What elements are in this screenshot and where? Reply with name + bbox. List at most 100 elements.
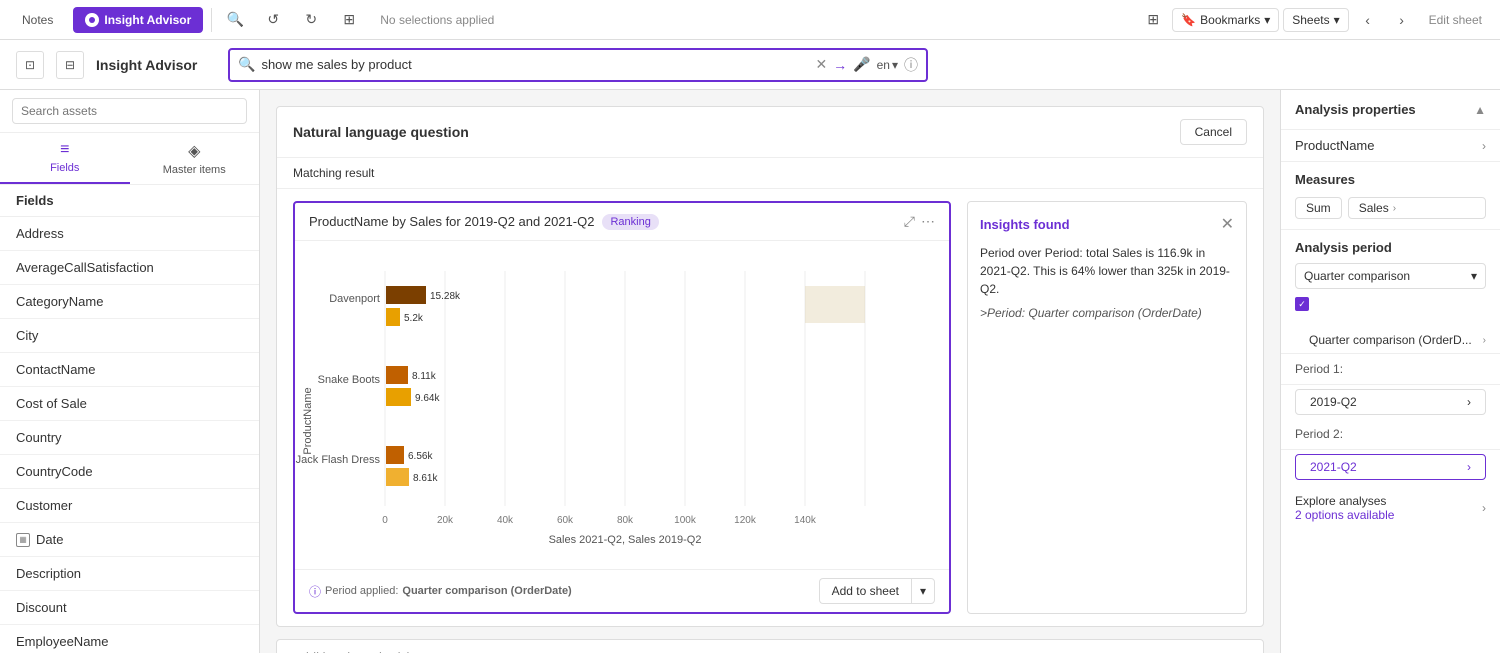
svg-text:0: 0 [382,515,388,526]
sidebar-item-label: Date [36,532,63,547]
search-clear-icon[interactable]: ✕ [815,56,827,73]
period-checkbox[interactable] [1295,297,1309,311]
info-icon[interactable]: ⓘ [904,55,918,75]
sidebar-search-input[interactable] [12,98,247,124]
sheets-btn[interactable]: Sheets ▾ [1283,8,1348,32]
svg-text:ProductName: ProductName [302,387,314,454]
prev-sheet-btn[interactable]: ‹ [1353,5,1383,35]
search-submit-icon[interactable]: → [833,57,847,73]
bar-chart-svg: ProductName 0 [295,251,885,561]
nlq-title: Natural language question [293,124,469,140]
explore-section: Explore analyses 2 options available › [1281,484,1500,532]
insight-icon [85,13,99,27]
add-sheet-dropdown-btn[interactable]: ▾ [911,578,935,604]
toggle-panel-btn[interactable]: ⊡ [16,51,44,79]
period-sub-item[interactable]: Quarter comparison (OrderD... › [1281,327,1500,354]
content-area: Natural language question Cancel Matchin… [260,90,1280,653]
microphone-icon[interactable]: 🎤 [853,56,870,73]
main-layout: ≡ Fields ◈ Master items Fields AddressAv… [0,90,1500,653]
svg-text:15.28k: 15.28k [430,291,461,302]
sidebar-tab-fields[interactable]: ≡ Fields [0,133,130,184]
sidebar-tabs: ≡ Fields ◈ Master items [0,133,259,185]
additional-results-section: Additional results (3) [276,639,1264,653]
nlq-header: Natural language question Cancel [277,107,1263,158]
sidebar-item-label: CountryCode [16,464,93,479]
add-to-sheet-btn[interactable]: Add to sheet [819,578,911,604]
period2-label-row: Period 2: [1281,419,1500,450]
sidebar-list-item[interactable]: Country [0,421,259,455]
bar-snakeboots-2021 [386,388,411,406]
period-select-dropdown[interactable]: Quarter comparison ▾ [1295,263,1486,289]
sidebar-list-item[interactable]: ContactName [0,353,259,387]
sidebar-item-label: Description [16,566,81,581]
scroll-up-icon[interactable]: ▲ [1474,103,1486,117]
insights-close-btn[interactable]: ✕ [1221,214,1234,234]
sidebar-list-item[interactable]: Description [0,557,259,591]
left-sidebar: ≡ Fields ◈ Master items Fields AddressAv… [0,90,260,653]
sidebar-list-item[interactable]: EmployeeName [0,625,259,653]
explore-link[interactable]: 2 options available [1295,508,1394,522]
cancel-button[interactable]: Cancel [1180,119,1247,145]
search-icon-btn[interactable]: 🔍 [220,5,250,35]
grid-icon-btn[interactable]: ⊞ [1138,5,1168,35]
chart-footer: ⓘ Period applied: Quarter comparison (Or… [295,569,949,612]
dimension-label: ProductName [1295,138,1374,153]
chart-title: ProductName by Sales for 2019-Q2 and 202… [309,214,659,230]
search-bar: 🔍 ✕ → 🎤 en ▾ ⓘ [228,48,928,82]
explore-arrow-icon[interactable]: › [1482,501,1486,515]
selection-icon-btn[interactable]: ⊞ [334,5,364,35]
sidebar-list-item[interactable]: ▦Date [0,523,259,557]
sheets-chevron: ▾ [1334,13,1340,27]
undo-btn[interactable]: ↺ [258,5,288,35]
sum-tag: Sum [1295,197,1342,219]
master-items-icon: ◈ [188,141,200,161]
sidebar-list-item[interactable]: Customer [0,489,259,523]
period1-label-row: Period 1: [1281,354,1500,385]
search-input[interactable] [261,57,809,72]
sidebar-list-item[interactable]: CategoryName [0,285,259,319]
sidebar-search-area [0,90,259,133]
insights-title: Insights found [980,217,1070,232]
chart-body: ProductName 0 [295,241,949,569]
toggle-panel-btn2[interactable]: ⊟ [56,51,84,79]
fields-icon: ≡ [60,141,69,159]
redo-btn[interactable]: ↻ [296,5,326,35]
sidebar-list-item[interactable]: City [0,319,259,353]
svg-text:60k: 60k [557,515,574,526]
sidebar-list-item[interactable]: Cost of Sale [0,387,259,421]
period2-arrow-icon: › [1467,460,1471,474]
svg-text:140k: 140k [794,515,817,526]
sales-select[interactable]: Sales › [1348,197,1486,219]
sales-chevron-icon: › [1393,203,1396,214]
sidebar-list-item[interactable]: CountryCode [0,455,259,489]
analysis-period-section: Analysis period Quarter comparison ▾ [1281,230,1500,327]
svg-text:Snake Boots: Snake Boots [318,374,381,386]
secondbar-title: Insight Advisor [96,57,216,73]
svg-text:6.56k: 6.56k [408,451,433,462]
no-selections-label: No selections applied [372,13,502,27]
sidebar-item-label: Discount [16,600,67,615]
period1-value[interactable]: 2019-Q2 › [1295,389,1486,415]
sidebar-list-item[interactable]: AverageCallSatisfaction [0,251,259,285]
info-circle-icon: ⓘ [309,583,321,600]
more-options-icon[interactable]: ⋯ [921,213,935,230]
bookmarks-btn[interactable]: 🔖 Bookmarks ▾ [1172,8,1279,32]
sidebar-item-label: Customer [16,498,72,513]
ranking-badge: Ranking [602,214,658,230]
sidebar-item-label: Cost of Sale [16,396,87,411]
explore-label: Explore analyses [1295,494,1394,508]
topbar: Notes Insight Advisor 🔍 ↺ ↻ ⊞ No selecti… [0,0,1500,40]
period-info: ⓘ Period applied: Quarter comparison (Or… [309,583,572,600]
svg-text:Jumpin Jack Flash Dress: Jumpin Jack Flash Dress [295,454,380,466]
language-selector[interactable]: en ▾ [877,58,898,72]
edit-sheet-btn[interactable]: Edit sheet [1421,9,1490,31]
sidebar-list-item[interactable]: Discount [0,591,259,625]
period2-value[interactable]: 2021-Q2 › [1295,454,1486,480]
dimension-item[interactable]: ProductName › [1281,130,1500,162]
next-sheet-btn[interactable]: › [1387,5,1417,35]
sidebar-list-item[interactable]: Address [0,217,259,251]
insight-advisor-tab[interactable]: Insight Advisor [73,7,203,33]
expand-icon[interactable]: ⤢ [904,213,915,230]
notes-tab[interactable]: Notes [10,7,65,33]
sidebar-tab-master-items[interactable]: ◈ Master items [130,133,260,184]
